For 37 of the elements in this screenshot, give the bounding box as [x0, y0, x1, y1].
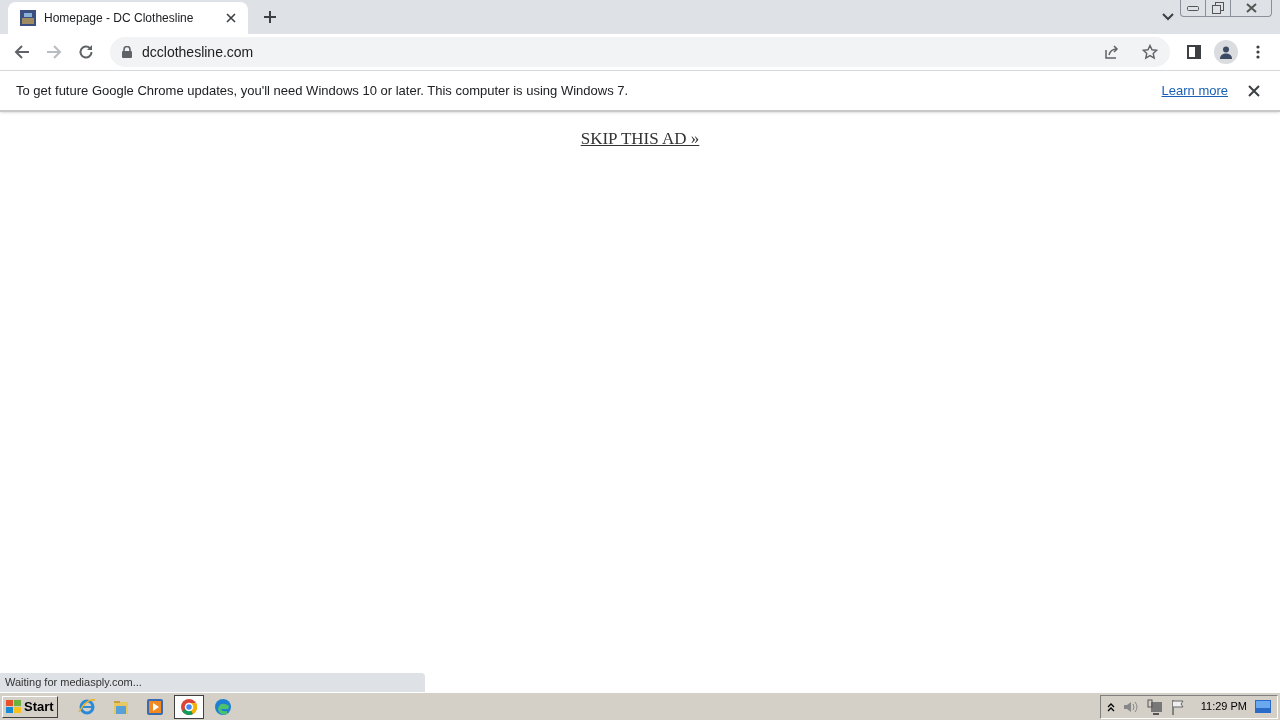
plus-icon	[263, 10, 277, 24]
infobar-message: To get future Google Chrome updates, you'll need Windows 10 or later. This computer is using Windows 7.	[16, 81, 630, 100]
star-icon[interactable]	[1142, 44, 1158, 60]
media-player-icon	[145, 697, 164, 716]
minimize-icon	[1187, 5, 1199, 11]
back-arrow-icon	[14, 44, 30, 60]
lock-icon	[122, 46, 132, 58]
profile-button[interactable]	[1214, 40, 1238, 64]
url-text: dcclothesline.com	[142, 42, 255, 62]
skip-ad-link[interactable]: SKIP THIS AD »	[580, 126, 700, 152]
edge-icon	[213, 697, 232, 716]
site-favicon-icon	[20, 10, 36, 26]
start-button[interactable]: Start	[2, 695, 58, 718]
taskbar-app-button[interactable]	[173, 694, 204, 719]
network-icon[interactable]	[1146, 698, 1163, 715]
chrome-icon	[179, 697, 198, 716]
address-bar[interactable]: dcclothesline.com	[110, 37, 1170, 67]
reload-icon	[78, 44, 94, 60]
status-bar: Waiting for mediasply.com...	[0, 673, 425, 692]
close-tab-icon[interactable]	[226, 13, 236, 23]
windows-logo-icon	[6, 699, 22, 714]
close-icon	[1248, 84, 1260, 97]
close-infobar-button[interactable]	[1246, 82, 1262, 99]
tab-title: Homepage - DC Clothesline	[44, 10, 195, 27]
share-icon[interactable]	[1104, 44, 1120, 60]
kebab-menu-icon	[1256, 45, 1260, 59]
person-icon	[1219, 45, 1233, 59]
browser-tab[interactable]: Homepage - DC Clothesline	[8, 2, 248, 34]
close-icon	[1245, 3, 1257, 13]
forward-arrow-icon	[46, 44, 62, 60]
internet-explorer-icon	[77, 697, 96, 716]
chevron-down-icon	[1162, 13, 1174, 21]
learn-more-link[interactable]: Learn more	[1161, 80, 1228, 101]
clock[interactable]: 11:29 PM	[1200, 698, 1247, 715]
side-panel-icon	[1187, 45, 1201, 59]
chevron-up-icon[interactable]	[1106, 701, 1115, 712]
flag-icon[interactable]	[1170, 698, 1185, 715]
